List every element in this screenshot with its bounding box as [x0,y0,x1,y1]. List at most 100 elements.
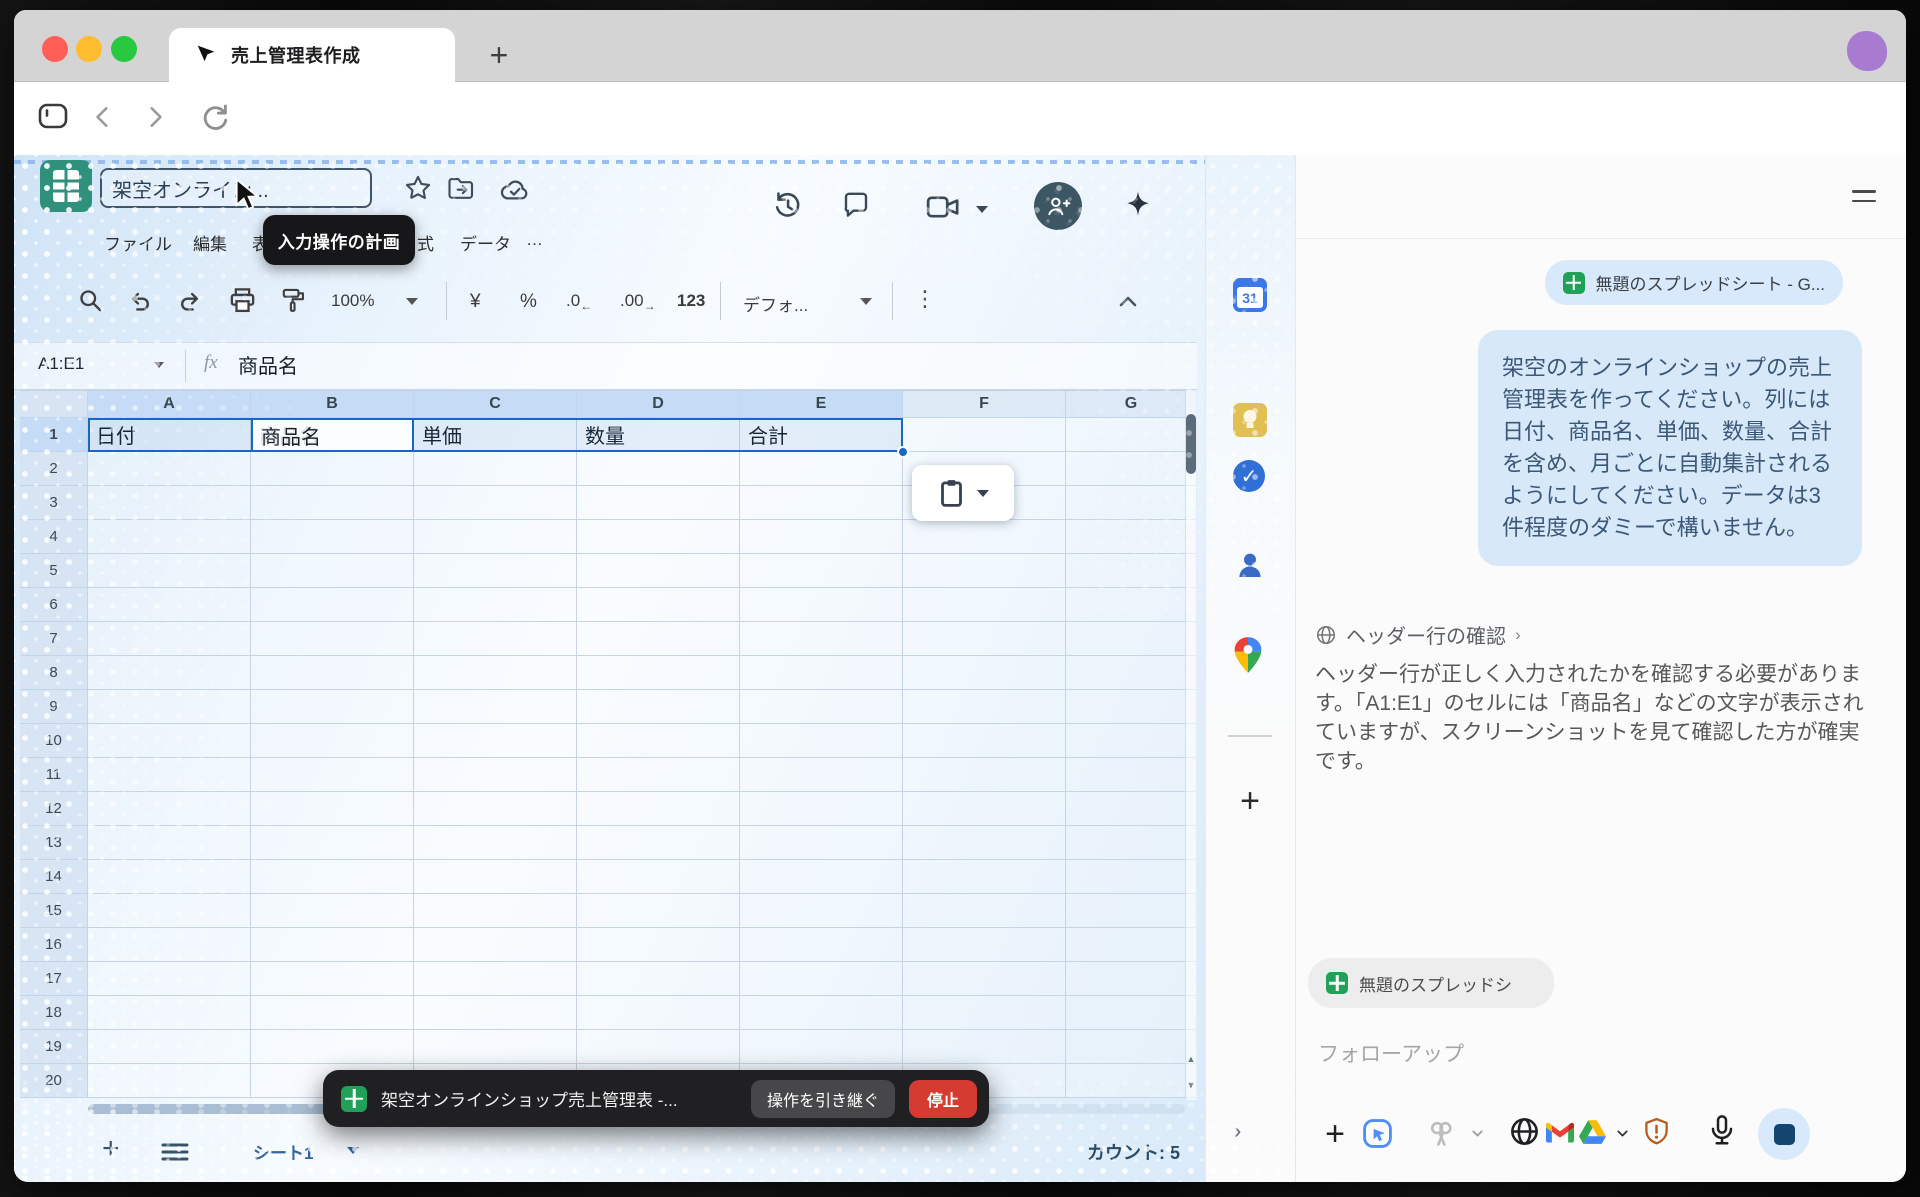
cell-E16[interactable] [740,928,903,962]
panel-menu-icon[interactable] [1852,190,1876,202]
close-window-button[interactable] [42,36,68,62]
cell-G7[interactable] [1066,622,1197,656]
meet-dropdown-icon[interactable] [976,206,988,213]
web-search-globe-icon[interactable] [1509,1116,1540,1147]
more-options-icon[interactable]: ⋮ [914,286,936,312]
agent-mode-icon[interactable] [1362,1118,1393,1149]
cell-F6[interactable] [903,588,1066,622]
cell-D12[interactable] [577,792,740,826]
menu-edit[interactable]: 編集 [193,230,227,255]
scroll-up-icon[interactable]: ▲ [1185,1048,1197,1070]
cell-G19[interactable] [1066,1030,1197,1064]
cell-B14[interactable] [251,860,414,894]
cell-E14[interactable] [740,860,903,894]
cell-G9[interactable] [1066,690,1197,724]
cell-B3[interactable] [251,486,414,520]
row-header-12[interactable]: 12 [20,792,88,826]
comments-icon[interactable] [841,190,871,225]
cell-F15[interactable] [903,894,1066,928]
percent-format-button[interactable]: % [520,291,537,313]
cell-B13[interactable] [251,826,414,860]
minimize-window-button[interactable] [76,36,102,62]
cell-E7[interactable] [740,622,903,656]
cell-E8[interactable] [740,656,903,690]
cell-F11[interactable] [903,758,1066,792]
active-cell-B1[interactable]: 商品名 [251,418,414,452]
cell-E11[interactable] [740,758,903,792]
cell-C13[interactable] [414,826,577,860]
cell-C5[interactable] [414,554,577,588]
cell-D14[interactable] [577,860,740,894]
profile-blob-icon[interactable] [1847,31,1887,71]
cell-E3[interactable] [740,486,903,520]
cell-G4[interactable] [1066,520,1197,554]
cell-D13[interactable] [577,826,740,860]
cell-B4[interactable] [251,520,414,554]
row-header-15[interactable]: 15 [20,894,88,928]
cell-B2[interactable] [251,452,414,486]
cell-D16[interactable] [577,928,740,962]
zoom-select[interactable]: 100% [331,291,374,311]
composer-input[interactable]: フォローアップ [1318,1038,1464,1068]
row-header-14[interactable]: 14 [20,860,88,894]
cell-A4[interactable] [88,520,251,554]
cell-E2[interactable] [740,452,903,486]
cell-C7[interactable] [414,622,577,656]
cell-F19[interactable] [903,1030,1066,1064]
sheet-tab-sheet1[interactable]: シート1 [253,1139,313,1164]
safety-shield-icon[interactable] [1643,1117,1670,1147]
decrease-decimal-button[interactable]: .0← [566,291,592,311]
cell-B12[interactable] [251,792,414,826]
cell-G16[interactable] [1066,928,1197,962]
cell-E10[interactable] [740,724,903,758]
cell-G3[interactable] [1066,486,1197,520]
number-format-button[interactable]: 123 [677,291,705,311]
cell-E13[interactable] [740,826,903,860]
menu-data[interactable]: データ [460,230,511,255]
row-header-18[interactable]: 18 [20,996,88,1030]
cell-B5[interactable] [251,554,414,588]
sheet-tab-menu-icon[interactable] [347,1147,359,1154]
redo-icon[interactable] [177,288,204,320]
name-box[interactable]: A1:E1 [38,354,84,374]
row-header-1[interactable]: 1 [20,418,88,452]
currency-format-button[interactable]: ¥ [470,291,481,313]
cell-D4[interactable] [577,520,740,554]
cell-A5[interactable] [88,554,251,588]
star-icon[interactable] [404,174,432,207]
reload-icon[interactable] [200,102,230,132]
search-icon[interactable] [77,287,104,319]
cell-A19[interactable] [88,1030,251,1064]
cell-C3[interactable] [414,486,577,520]
cell-E12[interactable] [740,792,903,826]
cell-E6[interactable] [740,588,903,622]
contacts-icon[interactable] [1233,548,1267,582]
sidebar-toggle-icon[interactable] [38,102,68,130]
cell-B16[interactable] [251,928,414,962]
take-over-button[interactable]: 操作を引き継ぐ [751,1080,895,1118]
menu-overflow[interactable]: … [526,230,543,250]
attachment-chip[interactable]: 無題のスプレッドシ [1308,958,1554,1008]
cell-F17[interactable] [903,962,1066,996]
cell-F18[interactable] [903,996,1066,1030]
cell-B9[interactable] [251,690,414,724]
cell-F16[interactable] [903,928,1066,962]
cell-F9[interactable] [903,690,1066,724]
cell-G17[interactable] [1066,962,1197,996]
font-select[interactable]: デフォ... [743,291,808,316]
increase-decimal-button[interactable]: .00→ [620,291,656,311]
column-header-F[interactable]: F [903,390,1066,418]
cell-A2[interactable] [88,452,251,486]
cell-E15[interactable] [740,894,903,928]
cell-A14[interactable] [88,860,251,894]
share-button[interactable] [1034,182,1082,230]
cell-B7[interactable] [251,622,414,656]
skills-icon[interactable] [1425,1118,1457,1149]
cell-C12[interactable] [414,792,577,826]
undo-icon[interactable] [126,288,153,320]
cell-C2[interactable] [414,452,577,486]
collapse-toolbar-icon[interactable] [1116,290,1140,319]
calendar-icon[interactable]: 31 [1233,278,1267,312]
cell-E19[interactable] [740,1030,903,1064]
row-header-2[interactable]: 2 [20,452,88,486]
